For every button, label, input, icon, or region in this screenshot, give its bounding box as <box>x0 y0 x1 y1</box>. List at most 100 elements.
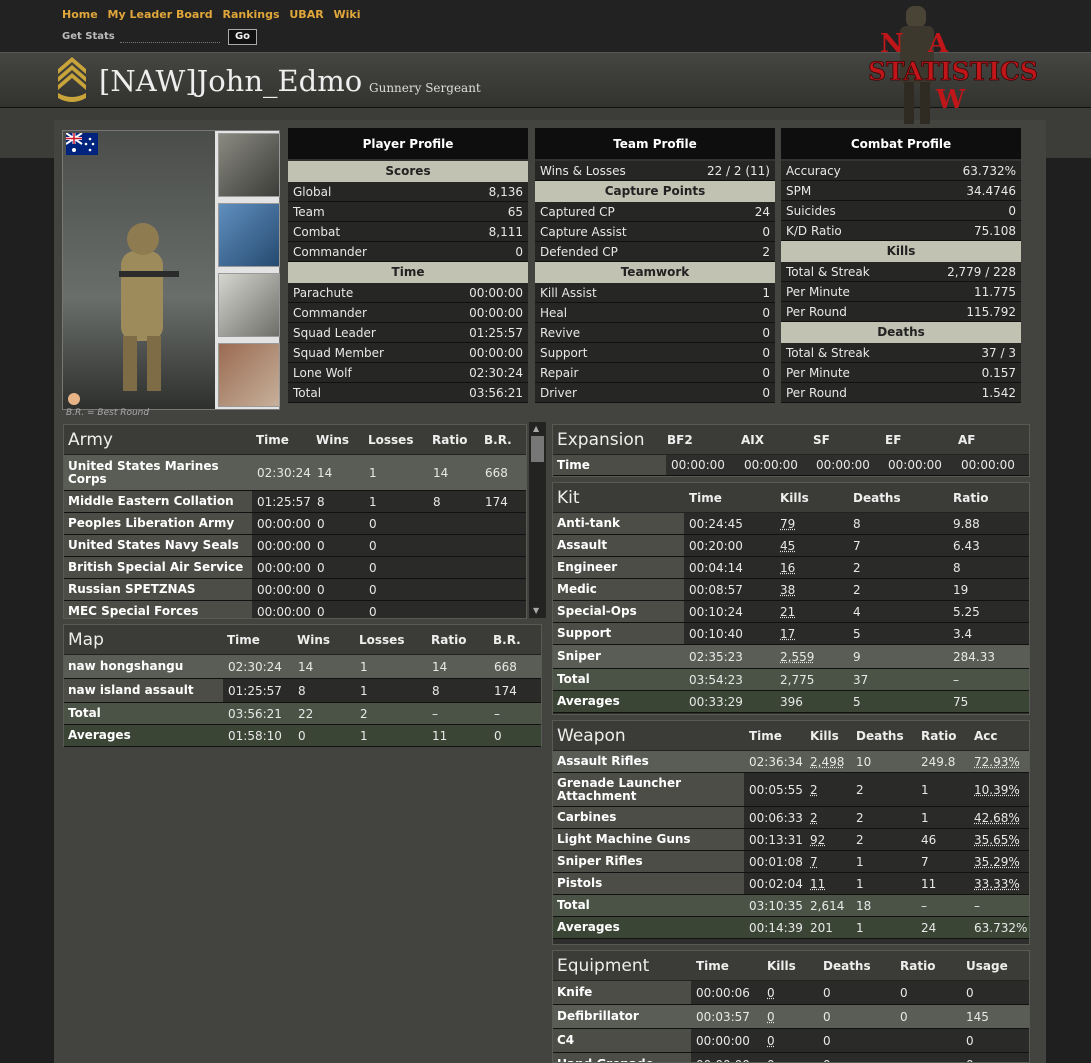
kit-kills[interactable]: 45 <box>775 539 848 553</box>
weapon-acc[interactable]: 33.33% <box>969 877 1024 891</box>
logo-text: STATISTICS <box>868 57 1038 86</box>
kit-name: Averages <box>557 694 620 708</box>
army-name: Peoples Liberation Army <box>68 516 235 530</box>
weapon-kills[interactable]: 2 <box>805 811 851 825</box>
kit-ratio: 284.33 <box>953 649 995 664</box>
equipment-kills[interactable]: 0 <box>762 986 818 1000</box>
combat-row: Suicides 0 <box>781 201 1021 221</box>
weapon-kills[interactable]: 7 <box>805 855 851 869</box>
kit-time: 00:24:45 <box>689 516 743 531</box>
equipment-kills[interactable]: 0 <box>762 1034 818 1048</box>
weapon-acc[interactable]: 35.29% <box>969 855 1024 869</box>
army-ratio: 8 <box>433 494 441 509</box>
weapon-acc[interactable]: 35.65% <box>969 833 1024 847</box>
weapon-kills[interactable]: 11 <box>805 877 851 891</box>
equipment-deaths: 0 <box>823 1033 831 1048</box>
kit-kills: 2,775 <box>780 672 815 687</box>
kit-deaths: 2 <box>853 560 861 575</box>
go-button[interactable]: Go <box>228 29 257 45</box>
kit-deaths: 8 <box>853 516 861 531</box>
map-wins: 8 <box>298 683 306 698</box>
kit-col-time: Time <box>689 490 722 505</box>
weapon-col-time: Time <box>749 728 782 743</box>
weapon-name: Sniper Rifles <box>557 854 643 868</box>
weapon-row: Pistols 00:02:04 11 1 11 33.33% <box>553 873 1029 895</box>
army-time: 00:00:00 <box>257 582 311 597</box>
scores-header: Scores <box>288 161 528 182</box>
kit-kills[interactable]: 79 <box>775 517 848 531</box>
scroll-up-icon[interactable]: ▲ <box>533 424 539 433</box>
expansion-bf2-value: 00:00:00 <box>671 458 725 472</box>
nav-rankings[interactable]: Rankings <box>222 8 279 21</box>
weapon-acc[interactable]: 42.68% <box>969 811 1024 825</box>
nav-home[interactable]: Home <box>62 8 98 21</box>
map-losses: 2 <box>360 706 368 721</box>
equipment-col-deaths: Deaths <box>823 958 871 973</box>
kit-kills[interactable]: 17 <box>775 627 848 641</box>
time-label: Parachute <box>293 285 354 300</box>
wins-losses-row: Wins & Losses 22 / 2 (11) <box>535 161 775 181</box>
capture-row: Capture Assist 0 <box>535 222 775 242</box>
nav-wiki[interactable]: Wiki <box>334 8 361 21</box>
weapon-row: Total 03:10:35 2,614 18 – – <box>553 895 1029 917</box>
kit-row: Averages 00:33:29 396 5 75 <box>553 691 1029 713</box>
nav-my-leader-board[interactable]: My Leader Board <box>108 8 213 21</box>
equipment-name: Knife <box>557 985 593 999</box>
weapon-acc[interactable]: 10.39% <box>969 783 1024 797</box>
map-losses: 1 <box>360 659 368 674</box>
equipment-ratio: 0 <box>900 1009 908 1024</box>
score-label: Commander <box>293 244 367 259</box>
expansion-col-af: AF <box>958 432 976 447</box>
weapon-kills[interactable]: 2,498 <box>805 755 851 769</box>
army-wins: 0 <box>317 560 325 575</box>
map-col-time: Time <box>227 632 260 647</box>
weapon-kills[interactable]: 2 <box>805 783 851 797</box>
kit-kills[interactable]: 2,559 <box>775 650 848 664</box>
weapon-row: Light Machine Guns 00:13:31 92 2 46 35.65% <box>553 829 1029 851</box>
kit-table: Kit Time Kills Deaths Ratio Anti-tank 00:… <box>552 482 1030 715</box>
equipment-kills[interactable]: 0 <box>762 1058 818 1063</box>
equipment-deaths: 0 <box>823 985 831 1000</box>
kit-col-ratio: Ratio <box>953 490 989 505</box>
deaths-value: 1.542 <box>981 385 1016 400</box>
weapon-ratio: 24 <box>921 920 937 935</box>
svg-text:N: N <box>880 29 904 59</box>
kit-kills[interactable]: 38 <box>775 583 848 597</box>
kit-ratio: 8 <box>953 560 961 575</box>
get-stats-label: Get Stats <box>62 31 115 42</box>
time-row: Lone Wolf 02:30:24 <box>288 363 528 383</box>
teamwork-value: 0 <box>762 385 770 400</box>
get-stats-input[interactable] <box>120 30 220 43</box>
expansion-table: Expansion BF2 AIX SF EF AF Time 00:00:00… <box>552 424 1030 477</box>
scroll-down-icon[interactable]: ▼ <box>533 606 539 615</box>
score-label: Global <box>293 184 332 199</box>
equipment-kills[interactable]: 0 <box>762 1010 818 1024</box>
kit-kills[interactable]: 21 <box>775 605 848 619</box>
weapon-kills[interactable]: 92 <box>805 833 851 847</box>
kills-row: Per Minute 11.775 <box>781 282 1021 302</box>
kit-ratio: 5.25 <box>953 604 980 619</box>
expansion-title: Expansion <box>557 429 645 450</box>
army-losses: 1 <box>369 465 377 480</box>
kit-col-kills: Kills <box>780 490 809 505</box>
weapon-kills: 201 <box>810 920 833 935</box>
scroll-thumb[interactable] <box>531 436 544 462</box>
kit-time: 03:54:23 <box>689 672 743 687</box>
kit-header: Kit Time Kills Deaths Ratio <box>553 483 1029 513</box>
nav-ubar[interactable]: UBAR <box>289 8 323 21</box>
kit-name: Total <box>557 672 590 686</box>
weapon-ratio: 46 <box>921 832 937 847</box>
score-row: Combat 8,111 <box>288 222 528 242</box>
team-profile-panel: Team Profile Wins & Losses 22 / 2 (11) Ca… <box>535 128 775 403</box>
kit-kills[interactable]: 16 <box>775 561 848 575</box>
equipment-ratio: 0 <box>900 985 908 1000</box>
kills-value: 11.775 <box>974 284 1016 299</box>
capture-value: 0 <box>762 224 770 239</box>
teamwork-value: 0 <box>762 345 770 360</box>
expansion-af-value: 00:00:00 <box>961 458 1015 472</box>
svg-text:W: W <box>935 85 966 115</box>
time-label: Lone Wolf <box>293 365 352 380</box>
weapon-acc[interactable]: 72.93% <box>969 755 1024 769</box>
army-scrollbar[interactable]: ▲ ▼ <box>529 422 546 618</box>
map-name: Averages <box>68 728 131 742</box>
